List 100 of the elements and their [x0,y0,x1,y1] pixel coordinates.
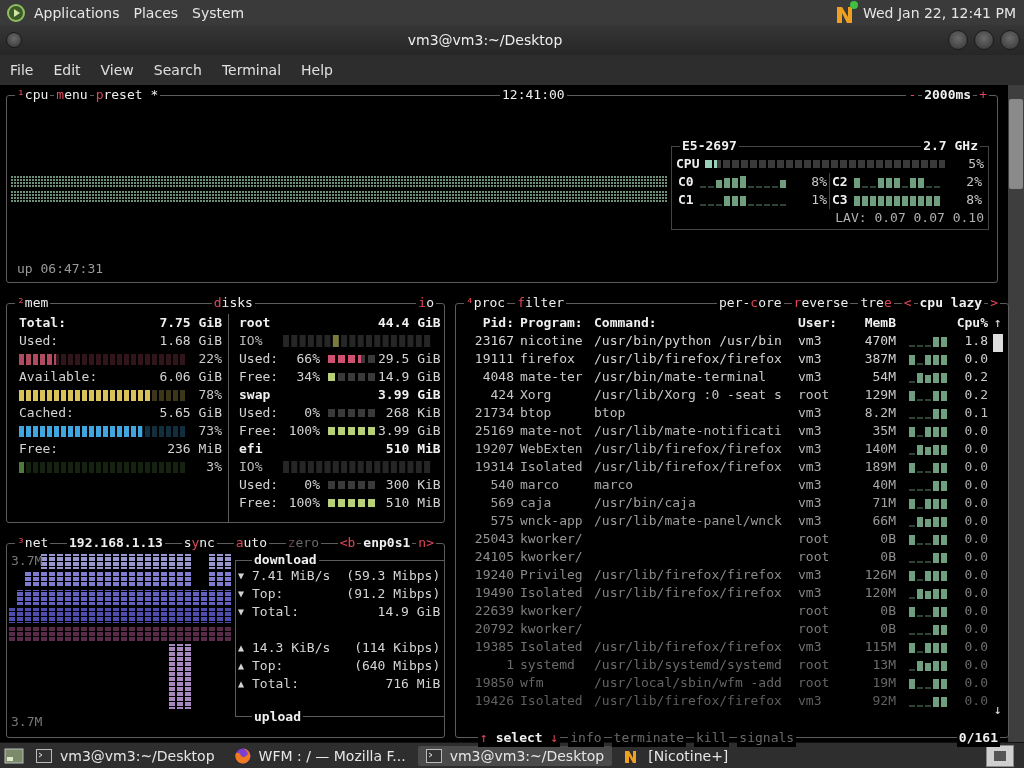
cpu-history-graph [908,551,948,563]
taskbar-button[interactable]: WFM : / — Mozilla F... [226,745,414,766]
disk-size: 510 MiB [385,440,441,458]
terminal-icon [425,748,442,763]
memory-cell-text: 71M [871,494,896,512]
down-arrow-icon: ▼ [238,603,245,621]
scroll-up-button[interactable]: ↑ [994,314,1002,332]
disk-used-value: 29.5 GiB [378,350,441,368]
user-cell-text: vm3 [798,332,823,350]
command-cell-text: marco [594,476,635,494]
taskbar-button[interactable]: [Nicotine+] [616,745,737,766]
cpu-label: CPU [676,155,700,173]
user-cell-text: vm3 [798,638,823,656]
panel-clock[interactable]: Wed Jan 22, 12:41 PM [862,4,1016,21]
cpu-history-graph [908,641,948,653]
memory-cell-text: 54M [871,368,896,386]
disk-free-value: 14.9 GiB [378,368,441,386]
pid-cell-text: 19314 [473,458,514,476]
command-cell-text: /usr/bin/mate-terminal [594,368,768,386]
disk-used-label: Used: [239,350,280,368]
panel-menu[interactable]: Places [133,4,179,21]
minimize-button[interactable] [948,30,968,50]
cpu-cell-text: 0.0 [963,584,988,602]
core-percent: 8% [966,191,982,209]
menu-item[interactable]: Terminal [211,58,292,82]
disk-used-percent: 0% [303,404,320,422]
cpu-history-graph [908,461,948,473]
menu-item[interactable]: Help [291,58,343,82]
terminal-scrollbar[interactable] [1008,85,1024,742]
up-arrow-icon: ▲ [238,639,245,657]
memory-cell-text: 8.2M [863,404,896,422]
workspace-switcher[interactable] [986,744,1014,767]
mem-percent: 78% [198,386,222,404]
disk-used-label: Used: [239,404,280,422]
show-desktop-icon[interactable] [4,746,24,765]
menu-item[interactable]: Edit [43,58,91,82]
memory-cell-text: 129M [863,386,896,404]
traffic-bar [209,554,231,569]
command-cell-text: btop [594,404,627,422]
panel-menu[interactable]: System [192,4,245,21]
close-button[interactable] [1000,30,1020,50]
program-cell-text: mate-not [520,422,584,440]
uptime: up 06:47:31 [17,260,104,278]
cpu-cell-text: 0.0 [963,656,988,674]
disk-free-label: Free: [239,494,280,512]
column-header[interactable]: MemB [852,314,896,332]
select-button[interactable]: ↑ select ↓ [478,729,561,747]
stat-value: (640 Mibps) [354,657,441,675]
cpu-cell-text: 0.0 [963,548,988,566]
disk-name: efi [239,440,263,458]
scroll-down-button[interactable]: ↓ [994,701,1002,719]
window-menu-button[interactable] [6,32,22,48]
disk-used-value: 268 KiB [385,404,441,422]
taskbar-button[interactable]: vm3@vm3:~/Desktop [28,745,223,766]
menu-item[interactable]: Search [143,58,212,82]
core-label: C1 [678,191,694,209]
cpu-history-graph [908,497,948,509]
memory-cell-text: 120M [863,584,896,602]
cpu-history-graph [908,677,948,689]
scrollbar-thumb[interactable] [993,334,1003,352]
cpu-history-graph [908,515,948,527]
user-cell-text: root [798,620,831,638]
pid-cell-text: 424 [489,386,514,404]
column-header[interactable]: Command: [594,314,792,332]
menu-item[interactable]: File [0,58,44,82]
command-cell-text: /usr/lib/mate-panel/wnck [594,512,783,530]
disk-used-meter [328,481,378,489]
tray-app-icon[interactable] [834,0,859,25]
taskbar-button[interactable]: vm3@vm3:~/Desktop [417,745,613,766]
memory-cell-text: 0B [879,620,896,638]
program-cell-text: firefox [520,350,576,368]
cpu-history-graph [908,335,948,347]
maximize-button[interactable] [974,30,994,50]
terminal-icon [36,748,52,763]
column-header[interactable]: Pid: [466,314,514,332]
pid-cell-text: 25043 [473,530,514,548]
program-cell-text: btop [520,404,553,422]
program-cell-text: kworker/ [520,602,584,620]
down-arrow-icon: ▼ [238,585,245,603]
graph-scale: 3.7M [11,552,43,570]
command-cell-text: /usr/lib/firefox/firefox [594,584,783,602]
cpu-cell-text: 0.0 [963,620,988,638]
cpu-cell-text: 0.0 [963,440,988,458]
menu-logo-icon[interactable] [6,2,26,23]
upload-title: upload [254,709,301,724]
command-cell-text: /usr/lib/firefox/firefox [594,692,783,710]
memory-cell-text: 13M [871,656,896,674]
pid-cell-text: 19490 [473,584,514,602]
user-cell-text: vm3 [798,458,823,476]
user-cell-text: vm3 [798,476,823,494]
pid-cell-text: 569 [489,494,514,512]
panel-menu[interactable]: Applications [34,4,120,21]
cpu-history-graph [908,389,948,401]
menu-item[interactable]: View [90,58,144,82]
column-header[interactable]: User: [798,314,846,332]
traffic-bar [209,572,231,587]
column-header[interactable]: Cpu% [954,314,988,332]
mem-percent: 3% [206,458,222,476]
user-cell-text: vm3 [798,584,823,602]
column-header[interactable]: Program: [520,314,588,332]
